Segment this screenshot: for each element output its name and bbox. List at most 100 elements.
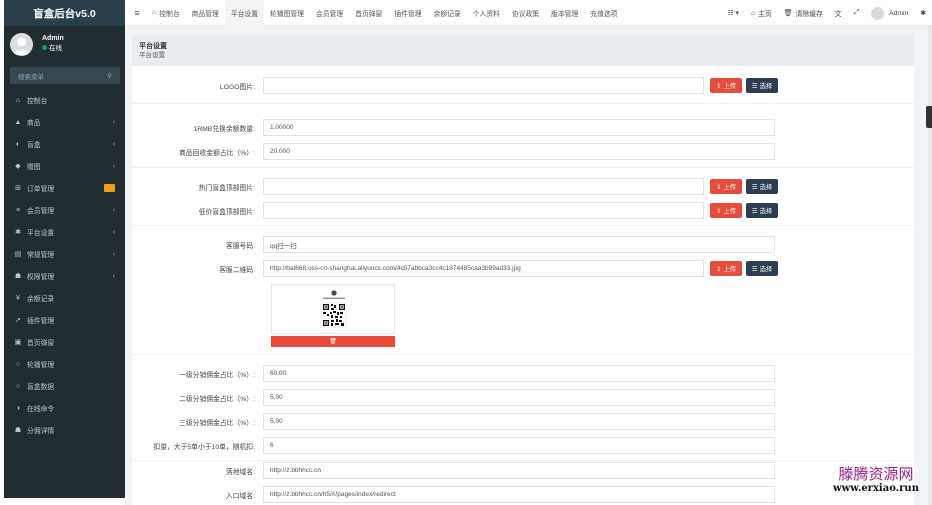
form-row-low-image: 低价盲盒顶部图片: ⇪ 上传 ☰ 选择 [132, 202, 914, 219]
hot-image-input[interactable] [263, 178, 704, 195]
sidebar-item[interactable]: ✱ 平台设置 ‹ [4, 221, 125, 243]
sidebar-item[interactable]: ◑ 在线命令 [4, 397, 125, 419]
nav-tab[interactable]: 版本管理 [545, 0, 584, 26]
sidebar-item[interactable]: ☗ 权限管理 ‹ [4, 265, 125, 287]
nav-tab[interactable]: 插件管理 [388, 0, 427, 26]
nav-tab-label: 轮播图管理 [270, 10, 304, 18]
chevron-left-icon: ‹ [112, 140, 115, 148]
choose-button[interactable]: ☰ 选择 [746, 261, 778, 276]
page-scrollbar[interactable] [928, 26, 932, 505]
form-row-hot-image: 热门盲盒顶部图片: ⇪ 上传 ☰ 选择 [132, 178, 914, 195]
sidebar-item[interactable]: ○ 轮播管理 [4, 353, 125, 375]
form-row-lvl1-commission: 一级分销佣金占比（%）: 60.00 [132, 365, 914, 382]
sidebar-item[interactable]: ▤ 常规管理 ‹ [4, 243, 125, 265]
sidebar-item[interactable]: ▣ 首页弹窗 [4, 331, 125, 353]
image-icon: ▣ [14, 339, 22, 346]
entry-domain-input[interactable]: http://z.bbhhcc.cn/h5/#/pages/index/redi… [263, 486, 775, 503]
nav-tabs: ⌂ 控制台 商品管理 平台设置 轮播图管理 会员管理 首页弹窗 插件管理 余额记录 个人资料 协议政… [146, 0, 623, 26]
lvl1-commission-input[interactable]: 60.00 [263, 365, 775, 382]
page-title: 平台设置 [139, 43, 167, 50]
form-row-service-number: 客服号码: qq扫一扫 [132, 236, 914, 253]
upload-button[interactable]: ⇪ 上传 [710, 179, 742, 194]
grid-menu-icon[interactable]: ☷ ▾ [721, 9, 744, 17]
sidebar-item[interactable]: ⊞ 订单管理 [4, 177, 125, 199]
nav-tab-label: 协议政策 [511, 10, 540, 18]
home-link[interactable]: ⌂ 主页 [745, 8, 778, 19]
nav-tab[interactable]: 首页弹窗 [349, 0, 388, 26]
shop-icon: ▲ [14, 118, 22, 126]
nav-tab[interactable]: 个人资料 [467, 0, 506, 26]
nav-tab[interactable]: 商品管理 [186, 0, 225, 26]
qrcode-image [317, 290, 351, 332]
recycle-ratio-input[interactable]: 20.000 [263, 143, 775, 160]
logo-image-input[interactable] [263, 77, 704, 94]
nav-tab[interactable]: 轮播图管理 [264, 0, 310, 26]
sidebar-item[interactable]: ◐ 盲盒 ‹ [4, 133, 125, 155]
brand-logo[interactable]: 盲盒后台v5.0 [4, 0, 125, 26]
upload-button[interactable]: ⇪ 上传 [710, 78, 742, 93]
group-icon: ☗ [14, 427, 22, 434]
sidebar-item[interactable]: ◆ 赠图 ‹ [4, 155, 125, 177]
sidebar-item-label: 盲盒 [27, 142, 41, 149]
choose-button[interactable]: ☰ 选择 [746, 203, 778, 218]
chevron-left-icon: ‹ [112, 162, 115, 170]
nav-tab[interactable]: 会员管理 [310, 0, 349, 26]
search-icon: ⚲ [107, 72, 112, 80]
choose-button[interactable]: ☰ 选择 [746, 78, 778, 93]
sidebar-item-label: 赠图 [27, 164, 41, 171]
fullscreen-icon[interactable]: ⤢ [848, 9, 865, 17]
document-icon: ▤ [14, 251, 22, 258]
nav-tab[interactable]: 协议政策 [506, 0, 545, 26]
list-icon: ≡ [15, 206, 21, 214]
sidebar-item-label: 订单管理 [27, 186, 55, 193]
translate-icon[interactable]: 文 [829, 8, 848, 18]
upload-icon: ⇪ [715, 265, 722, 273]
form-row-logo: LOGO图片: ⇪ 上传 ☰ 选择 [132, 77, 914, 94]
sidebar-item[interactable]: ≡ 会员管理 ‹ [4, 199, 125, 221]
half-circle-icon: ◑ [15, 404, 21, 412]
nav-tab-label: 商品管理 [191, 10, 219, 18]
menu-toggle-icon[interactable]: ≡ [128, 8, 146, 18]
lvl2-commission-input[interactable]: 5.00 [263, 389, 775, 406]
nav-tab[interactable]: 余额记录 [428, 0, 467, 26]
nav-tab[interactable]: ⌂ 控制台 [146, 0, 186, 26]
upload-icon: ⇪ [715, 183, 722, 191]
sidebar-item[interactable]: ○ 盲盒数据 [4, 375, 125, 397]
sidebar-search-input[interactable]: 搜索菜单 ⚲ [10, 67, 120, 84]
service-qrcode-input[interactable]: http://bat668.oss-cn-shanghai.aliyuncs.c… [263, 260, 704, 277]
landing-domain-input[interactable]: http://z.bbhhcc.cn [263, 462, 775, 479]
list-icon: ☰ [751, 207, 758, 215]
form-row-deduct: 扣量，大于5单小于10单，随机扣: 6 [132, 437, 914, 454]
watermark: 滕腾资源网 www.erxiao.run [833, 465, 919, 494]
nav-tab[interactable]: 平台设置 [224, 0, 264, 26]
settings-gear-icon[interactable]: ✱ [914, 9, 932, 17]
sidebar-item[interactable]: ¥ 余额记录 [4, 287, 125, 309]
service-number-input[interactable]: qq扫一扫 [263, 236, 775, 253]
nav-tab[interactable]: 充值选项 [584, 0, 623, 26]
sidebar-item[interactable]: ☗ 分佣详情 [4, 419, 125, 441]
deduct-input[interactable]: 6 [263, 437, 775, 454]
sidebar-item-label: 插件管理 [27, 318, 55, 325]
user-menu[interactable]: Admin [865, 6, 914, 20]
upload-button[interactable]: ⇪ 上传 [710, 261, 742, 276]
upload-icon: ⇪ [715, 207, 722, 215]
rmb-rate-input[interactable]: 1.00000 [263, 119, 775, 136]
delete-image-button[interactable]: 🗑 [271, 336, 395, 347]
sidebar-item[interactable]: ➚ 插件管理 [4, 309, 125, 331]
form-row-service-qrcode: 客服二维码: http://bat668.oss-cn-shanghai.ali… [132, 260, 914, 277]
chevron-left-icon: ‹ [112, 228, 115, 236]
low-image-input[interactable] [263, 202, 704, 219]
floating-side-tab[interactable] [926, 106, 932, 128]
user-status: 在线 [42, 44, 64, 54]
sidebar-item[interactable]: ⌂ 控制台 [4, 89, 125, 111]
choose-button[interactable]: ☰ 选择 [746, 179, 778, 194]
status-badge [104, 184, 115, 192]
lvl3-commission-input[interactable]: 5.00 [263, 413, 775, 430]
form-row-recycle-ratio: 商品回收金额占比（%）: 20.000 [132, 143, 914, 160]
sidebar-item[interactable]: ▲ 商品 ‹ [4, 111, 125, 133]
upload-button[interactable]: ⇪ 上传 [710, 203, 742, 218]
clear-cache-button[interactable]: 🗑 清除缓存 [778, 8, 829, 18]
qrcode-preview [271, 284, 395, 334]
panel-header: 平台设置 平台设置 [132, 34, 914, 66]
nav-tab-label: 会员管理 [315, 10, 344, 18]
